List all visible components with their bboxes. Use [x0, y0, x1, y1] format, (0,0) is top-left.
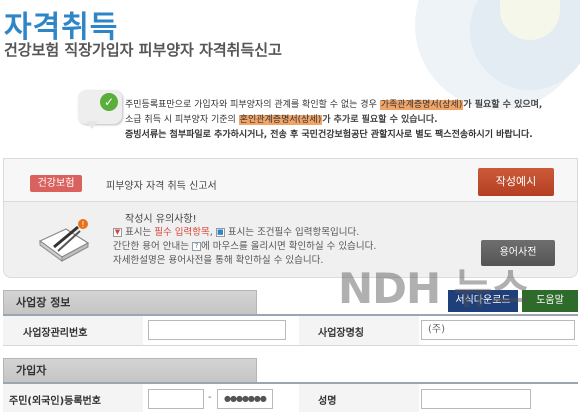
rrn-dash: - [208, 392, 212, 403]
svg-text:!: ! [81, 220, 84, 229]
subscriber-name-input[interactable] [421, 389, 531, 409]
marriage-cert-highlight: 혼인관계증명서(상세) [238, 115, 323, 125]
help-button[interactable]: 도움말 [522, 290, 578, 312]
page-subtitle: 건강보험 직장가입자 피부양자 자격취득신고 [4, 41, 282, 59]
speech-bubble-tail [86, 121, 98, 129]
subscriber-section-header: 가입자 [3, 358, 257, 384]
rrn-front-input[interactable] [148, 389, 204, 409]
conditional-mark-icon: ■ [215, 228, 225, 237]
form-name: 피부양자 자격 취득 신고서 [106, 181, 217, 192]
mgmt-no-input[interactable] [148, 320, 286, 340]
workplace-name-input[interactable]: (주) [421, 320, 575, 340]
help-question-icon: ? [191, 242, 201, 251]
workplace-section-header: 사업장 정보 [3, 290, 257, 316]
guide-line-1: ▼ 표시는 필수 입력항목, ■ 표시는 조건필수 입력항목입니다. [113, 227, 360, 238]
check-icon: ✓ [100, 93, 118, 111]
notepad-pencil-icon: ! [38, 219, 90, 262]
notice-line-1: 주민등록표만으로 가입자와 피부양자의 관계를 확인할 수 없는 경우 가족관계… [125, 100, 543, 110]
family-cert-highlight: 가족관계증명서(상세) [379, 100, 464, 110]
notice-line-3: 증빙서류는 첨부파일로 추가하시거나, 전송 후 국민건강보험공단 관할지사로 … [125, 130, 533, 140]
insurance-badge: 건강보험 [30, 175, 82, 192]
mgmt-no-label: 사업장관리번호 [23, 328, 88, 339]
required-mark-icon: ▼ [113, 228, 122, 237]
label-cell [299, 384, 419, 412]
notice-line-2: 소급 취득 시 피부양자 기준의 혼인관계증명서(상세)가 추가로 필요할 수 … [125, 115, 438, 125]
guide-title: 작성시 유의사항! [125, 214, 197, 225]
workplace-row: 사업장관리번호 사업장명칭 (주) [3, 316, 578, 346]
guide-line-2: 간단한 용어 안내는 ? 에 마우스를 올리시면 확인하실 수 있습니다. [113, 241, 377, 252]
rrn-label: 주민(외국인)등록번호 [9, 396, 101, 407]
example-button[interactable]: 작성예시 [478, 168, 554, 196]
subscriber-row: 주민(외국인)등록번호 - ●●●●●●● 성명 [3, 384, 578, 412]
watermark: NDH 뉴스 [338, 264, 530, 313]
subscriber-name-label: 성명 [318, 396, 337, 407]
rrn-back-input[interactable]: ●●●●●●● [217, 389, 273, 409]
guide-line-3: 자세한설명은 용어사전을 통해 확인하실 수 있습니다. [113, 255, 324, 266]
workplace-name-label: 사업장명칭 [318, 328, 364, 339]
